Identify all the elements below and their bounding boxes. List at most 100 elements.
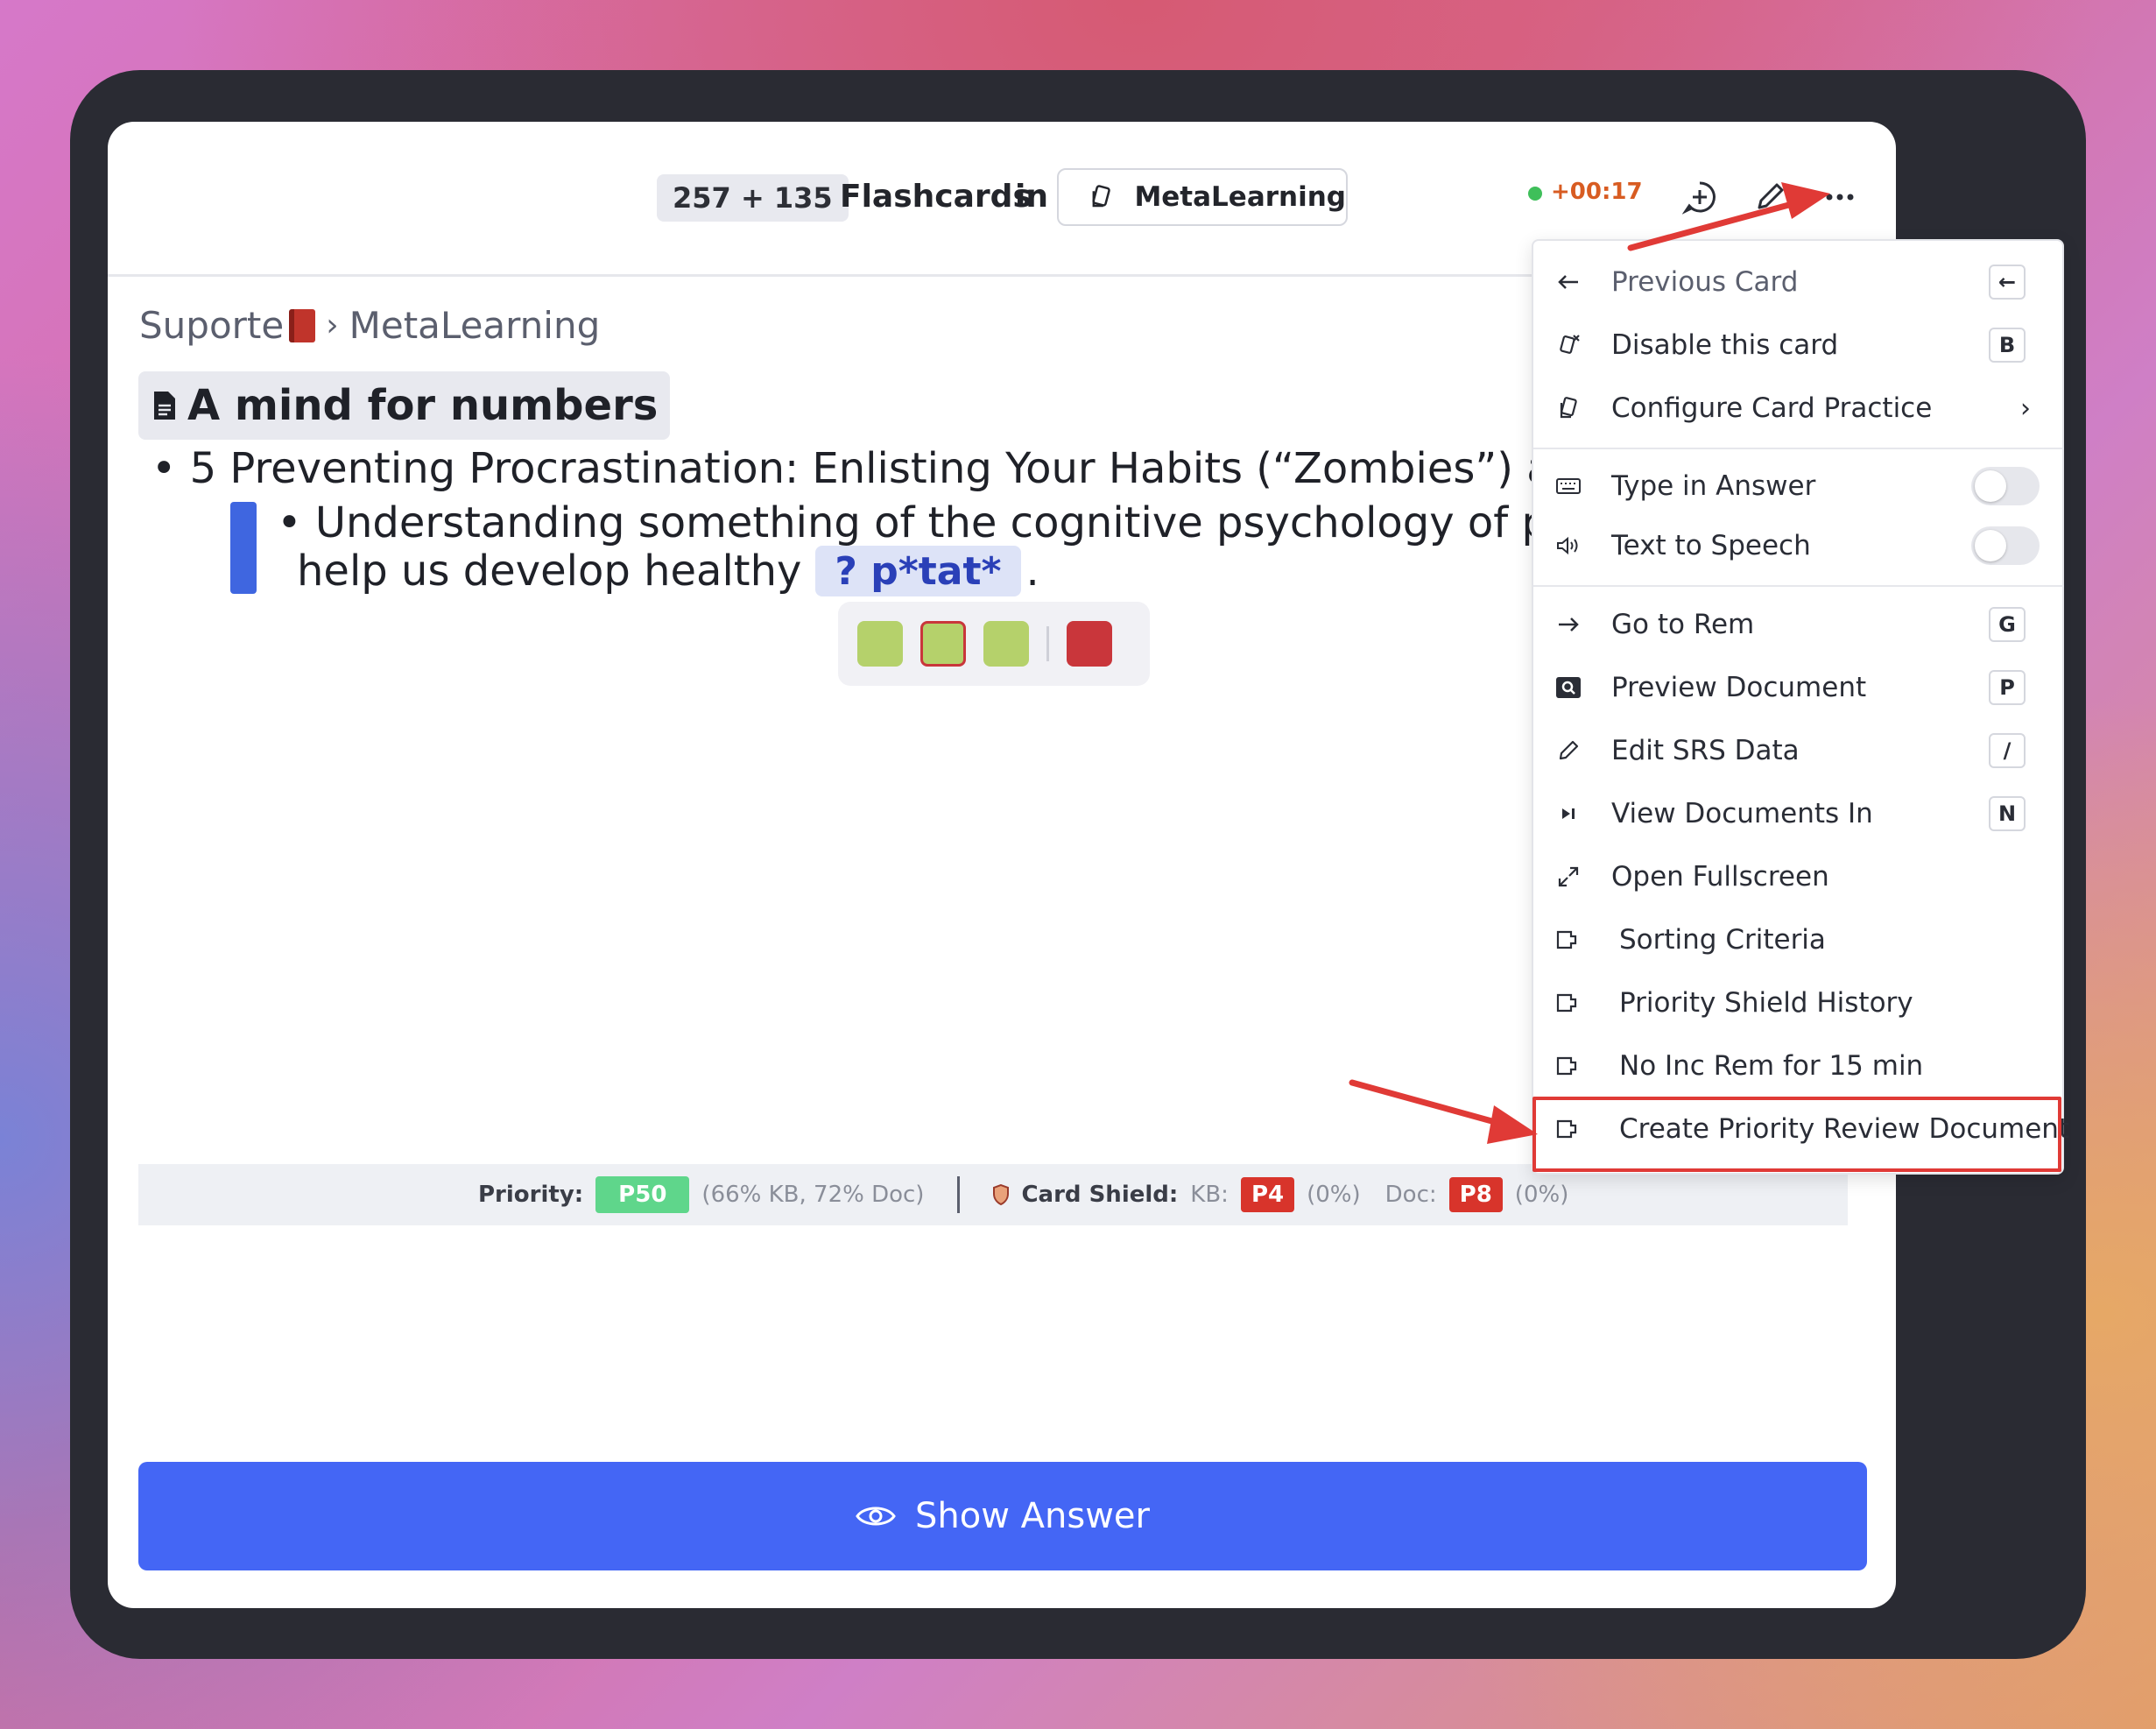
breadcrumb-parent[interactable]: Suporte <box>139 304 284 347</box>
timer-status-dot <box>1528 187 1542 201</box>
menu-item-previous-card[interactable]: Previous Card ← <box>1533 255 2064 309</box>
menu-item-go-to-rem[interactable]: Go to Rem G <box>1533 597 2064 652</box>
add-card-icon[interactable] <box>1682 180 1717 215</box>
menu-item-label: Previous Card <box>1611 266 1799 298</box>
menu-item-disable-card[interactable]: Disable this card B <box>1533 318 2064 372</box>
book-icon <box>289 308 316 342</box>
priority-divider <box>957 1176 961 1213</box>
more-options-menu: Previous Card ← Disable this card B Conf… <box>1532 239 2069 1175</box>
header-in-label: in <box>1015 179 1048 215</box>
priority-label: Priority: <box>478 1182 584 1208</box>
card-question-end: . <box>1025 547 1039 596</box>
rating-good <box>983 621 1029 667</box>
document-title[interactable]: A mind for numbers <box>138 371 671 440</box>
priority-detail: (66% KB, 72% Doc) <box>701 1182 925 1208</box>
chevron-right-icon: › <box>326 307 339 343</box>
menu-item-label: Priority Shield History <box>1619 987 1913 1019</box>
cards-icon <box>1092 185 1110 208</box>
menu-item-label: Configure Card Practice <box>1611 392 1933 424</box>
text-to-speech-toggle[interactable] <box>1971 526 2040 565</box>
kb-shield-badge: P4 <box>1240 1177 1295 1212</box>
chevron-right-icon: › <box>2020 392 2031 424</box>
menu-item-label: View Documents In <box>1611 798 1873 829</box>
menu-item-open-fullscreen[interactable]: Open Fullscreen <box>1533 850 2064 904</box>
expand-icon <box>1554 863 1582 891</box>
shortcut-key: G <box>1989 607 2026 642</box>
rating-divider <box>1046 626 1049 661</box>
doc-label: Doc: <box>1384 1182 1437 1208</box>
menu-item-label: Open Fullscreen <box>1611 861 1829 893</box>
menu-item-no-inc-rem[interactable]: No Inc Rem for 15 min <box>1533 1039 2064 1093</box>
more-options-icon[interactable] <box>1822 180 1857 215</box>
rating-good <box>857 621 903 667</box>
menu-item-label: Preview Document <box>1611 672 1867 703</box>
document-title-text: A mind for numbers <box>187 381 659 430</box>
card-question-line1: • Understanding something of the cogniti… <box>264 498 1614 547</box>
session-timer: +00:17 <box>1551 179 1643 205</box>
menu-item-label: Type in Answer <box>1611 470 1816 502</box>
menu-divider <box>1533 585 2064 587</box>
header-divider <box>108 274 1579 277</box>
cards-icon <box>1554 394 1582 422</box>
menu-item-preview-document[interactable]: Preview Document P <box>1533 660 2064 715</box>
search-document-icon <box>1554 674 1582 702</box>
shortcut-key: N <box>1989 796 2026 831</box>
shortcut-key: ← <box>1989 265 2026 300</box>
kb-label: KB: <box>1190 1182 1229 1208</box>
speaker-icon <box>1554 532 1582 560</box>
highlight-annotation-box <box>1532 1097 2061 1172</box>
menu-item-view-documents-in[interactable]: View Documents In N <box>1533 787 2064 841</box>
rating-history <box>838 602 1150 686</box>
rating-good-current <box>920 621 966 667</box>
edit-pencil-icon[interactable] <box>1752 180 1787 215</box>
kb-shield-pct: (0%) <box>1307 1182 1361 1208</box>
arrow-right-icon <box>1554 610 1582 639</box>
menu-item-label: Sorting Criteria <box>1619 924 1826 956</box>
parent-rem: • 5 Preventing Procrastination: Enlistin… <box>151 444 1619 493</box>
card-question-text: Understanding something of the cognitive… <box>314 498 1614 547</box>
plugin-icon <box>1554 926 1582 954</box>
plugin-icon <box>1554 1052 1582 1080</box>
pencil-icon <box>1554 737 1582 765</box>
card-question-text-2: help us develop healthy <box>297 547 802 596</box>
header-title: Flashcards <box>840 179 1032 215</box>
card-question-line2: help us develop healthy ? p*tat* . <box>297 546 1039 596</box>
plugin-icon <box>1554 989 1582 1017</box>
menu-divider <box>1533 448 2064 449</box>
priority-badge[interactable]: P50 <box>595 1176 690 1213</box>
deck-name: MetaLearning <box>1134 181 1346 213</box>
breadcrumb-current[interactable]: MetaLearning <box>349 304 601 347</box>
keyboard-icon <box>1554 472 1582 500</box>
arrow-left-icon <box>1554 268 1582 296</box>
menu-item-type-in-answer[interactable]: Type in Answer <box>1533 459 2064 513</box>
breadcrumb: Suporte › MetaLearning <box>139 304 600 347</box>
menu-item-label: No Inc Rem for 15 min <box>1619 1050 1924 1082</box>
menu-item-priority-shield-history[interactable]: Priority Shield History <box>1533 976 2064 1030</box>
disable-card-icon <box>1554 331 1582 359</box>
menu-item-edit-srs-data[interactable]: Edit SRS Data / <box>1533 723 2064 778</box>
shortcut-key: / <box>1989 733 2026 768</box>
cloze-hint[interactable]: ? p*tat* <box>815 546 1021 596</box>
card-shield-label: Card Shield: <box>1021 1182 1179 1208</box>
active-card-indicator <box>230 502 257 594</box>
card-count: 257 + 135 <box>673 181 833 215</box>
type-in-answer-toggle[interactable] <box>1971 467 2040 505</box>
document-icon <box>154 392 175 420</box>
shield-icon <box>993 1184 1010 1205</box>
skip-forward-icon <box>1554 800 1582 828</box>
shortcut-key: B <box>1989 328 2026 363</box>
doc-shield-badge: P8 <box>1448 1177 1503 1212</box>
shortcut-key: P <box>1989 670 2026 705</box>
menu-item-label: Edit SRS Data <box>1611 735 1800 766</box>
card-count-badge: 257 + 135 <box>657 174 849 222</box>
show-answer-label: Show Answer <box>915 1496 1150 1536</box>
menu-item-sorting-criteria[interactable]: Sorting Criteria <box>1533 913 2064 967</box>
eye-icon <box>856 1507 896 1526</box>
menu-item-configure-practice[interactable]: Configure Card Practice › <box>1533 381 2064 435</box>
doc-shield-pct: (0%) <box>1514 1182 1569 1208</box>
rating-forgot <box>1067 621 1112 667</box>
deck-selector[interactable]: MetaLearning <box>1057 168 1348 226</box>
show-answer-button[interactable]: Show Answer <box>138 1462 1867 1570</box>
parent-rem-text: 5 Preventing Procrastination: Enlisting … <box>189 444 1619 493</box>
menu-item-text-to-speech[interactable]: Text to Speech <box>1533 519 2064 573</box>
